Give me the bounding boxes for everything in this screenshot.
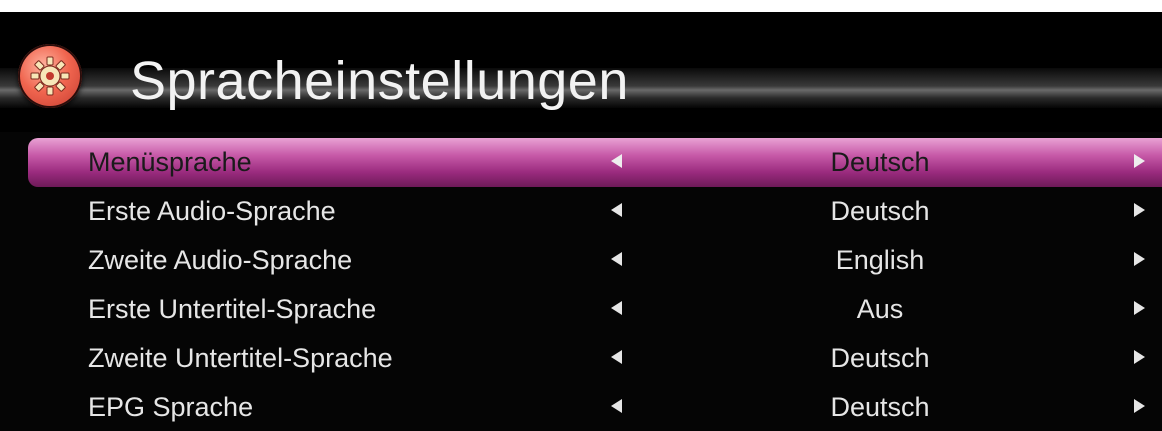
- menu-item-first-subtitle-language[interactable]: Erste Untertitel-Sprache Aus: [0, 285, 1162, 334]
- arrow-right-icon[interactable]: [1134, 252, 1145, 266]
- menu-item-first-audio-language[interactable]: Erste Audio-Sprache Deutsch: [0, 187, 1162, 236]
- arrow-right-icon[interactable]: [1134, 399, 1145, 413]
- arrow-right-icon[interactable]: [1134, 154, 1145, 168]
- arrow-right-icon[interactable]: [1134, 203, 1145, 217]
- menu-item-label: EPG Sprache: [88, 392, 254, 422]
- arrow-left-icon[interactable]: [611, 203, 622, 217]
- language-settings-menu: Menüsprache Deutsch Erste Audio-Sprache …: [0, 138, 1162, 431]
- menu-item-label: Menüsprache: [88, 147, 252, 177]
- menu-item-value: Deutsch: [830, 196, 930, 226]
- menu-item-epg-language[interactable]: EPG Sprache Deutsch: [0, 383, 1162, 431]
- arrow-left-icon[interactable]: [611, 399, 622, 413]
- arrow-right-icon[interactable]: [1134, 350, 1145, 364]
- arrow-left-icon[interactable]: [611, 154, 622, 168]
- header: Spracheinstellungen: [0, 12, 1162, 132]
- menu-item-label: Erste Audio-Sprache: [88, 196, 336, 226]
- menu-item-label: Zweite Untertitel-Sprache: [88, 343, 393, 373]
- menu-item-label: Erste Untertitel-Sprache: [88, 294, 377, 324]
- arrow-left-icon[interactable]: [611, 301, 622, 315]
- menu-item-value: Deutsch: [830, 147, 930, 177]
- menu-item-value: Aus: [856, 294, 904, 324]
- menu-item-value: English: [835, 245, 925, 275]
- menu-item-value: Deutsch: [830, 392, 930, 422]
- menu-item-second-subtitle-language[interactable]: Zweite Untertitel-Sprache Deutsch: [0, 334, 1162, 383]
- arrow-right-icon[interactable]: [1134, 301, 1145, 315]
- gear-icon: [18, 44, 82, 108]
- page-title: Spracheinstellungen: [130, 51, 629, 111]
- settings-screen: Spracheinstellungen Menüsprache Deutsch …: [0, 0, 1162, 431]
- top-border: [0, 0, 1162, 12]
- menu-item-second-audio-language[interactable]: Zweite Audio-Sprache English: [0, 236, 1162, 285]
- menu-item-menu-language[interactable]: Menüsprache Deutsch: [28, 138, 1162, 187]
- arrow-left-icon[interactable]: [611, 252, 622, 266]
- menu-item-label: Zweite Audio-Sprache: [88, 245, 353, 275]
- menu-item-value: Deutsch: [830, 343, 930, 373]
- arrow-left-icon[interactable]: [611, 350, 622, 364]
